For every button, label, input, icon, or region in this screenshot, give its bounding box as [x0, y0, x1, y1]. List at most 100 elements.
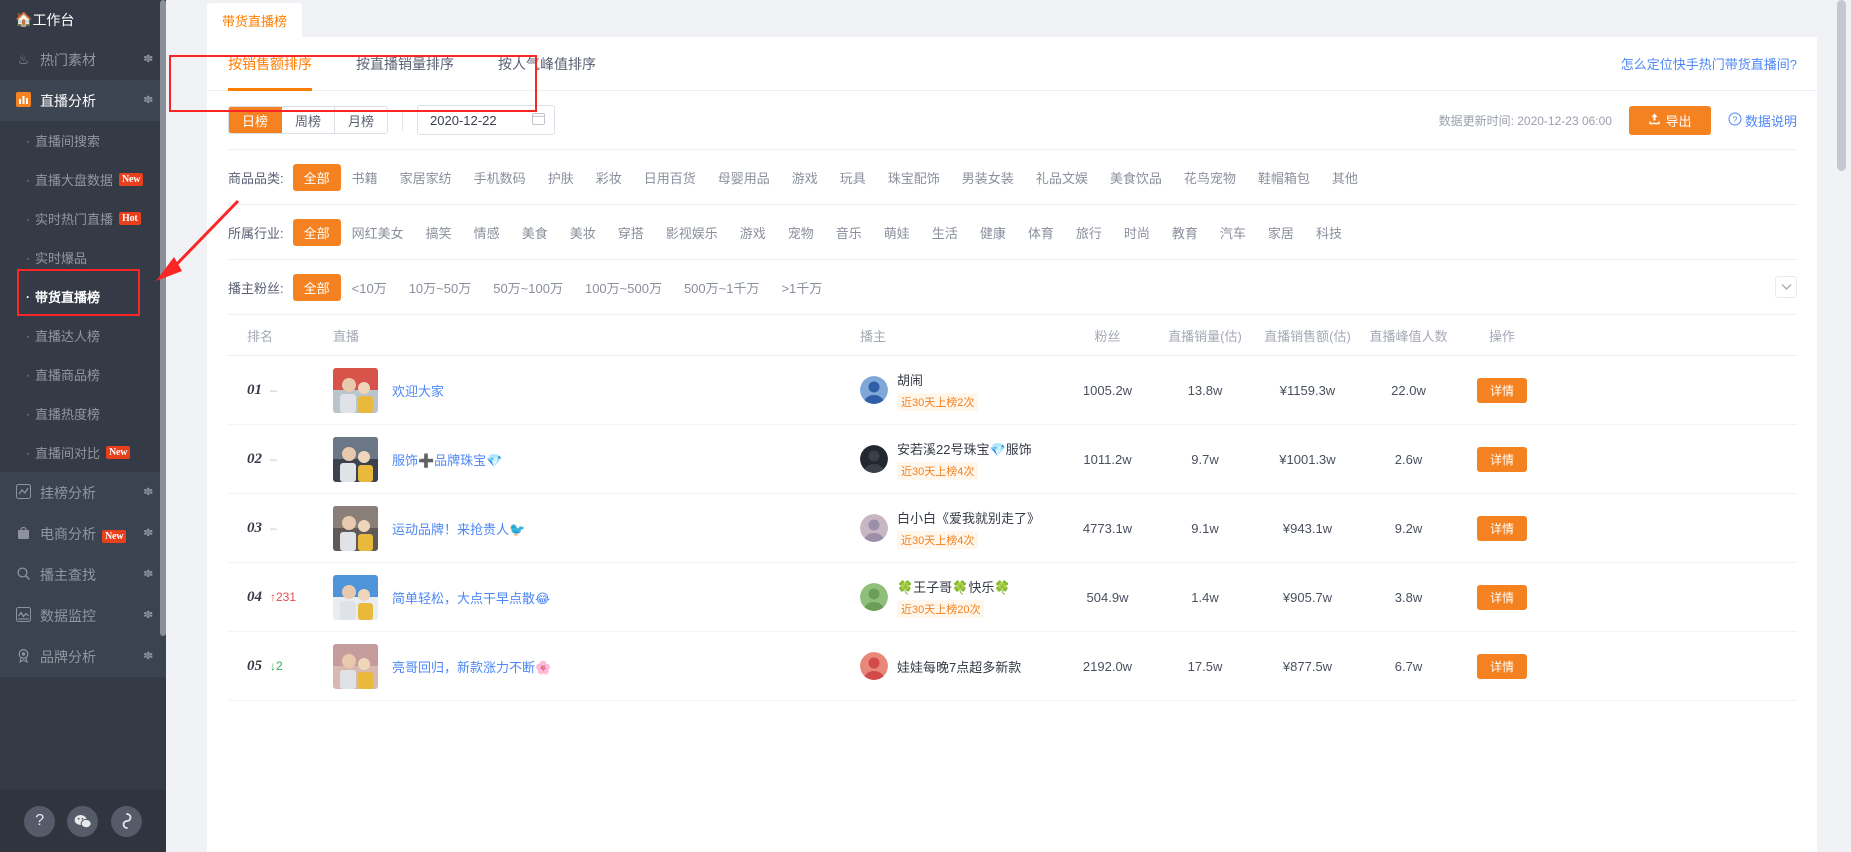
- filter-chip[interactable]: 男装女装: [951, 164, 1025, 191]
- avatar[interactable]: [860, 376, 888, 404]
- main-scrollbar[interactable]: [1837, 0, 1846, 171]
- host-name[interactable]: 娃娃每晚7点超多新款: [897, 657, 1021, 676]
- filter-chip[interactable]: 游戏: [729, 219, 777, 246]
- detail-button[interactable]: 详情: [1476, 515, 1527, 541]
- help-link[interactable]: 怎么定位快手热门带货直播间?: [1621, 54, 1797, 73]
- tab-sort-by-peak-popularity[interactable]: 按人气峰值排序: [498, 37, 596, 91]
- filter-chip[interactable]: 500万~1千万: [673, 274, 771, 301]
- live-thumbnail[interactable]: [333, 643, 378, 689]
- live-title[interactable]: 简单轻松，大点干早点散😂: [392, 588, 550, 607]
- sidebar-item-realtime-hot-product[interactable]: · 实时爆品: [0, 238, 166, 277]
- filter-chip[interactable]: 日用百货: [633, 164, 707, 191]
- filter-chip[interactable]: 家居: [1257, 219, 1305, 246]
- live-thumbnail[interactable]: [333, 436, 378, 482]
- table-row[interactable]: 05 ↓2 亮哥回归，新款涨力不断🌸 娃娃每晚7点超多新款 2192.0w 17.5w ¥8…: [228, 632, 1797, 701]
- detail-button[interactable]: 详情: [1476, 653, 1527, 679]
- filter-chip[interactable]: 鞋帽箱包: [1247, 164, 1321, 191]
- sidebar-item-live-talent-rank[interactable]: · 直播达人榜: [0, 316, 166, 355]
- filter-chip[interactable]: 花鸟宠物: [1173, 164, 1247, 191]
- filter-chip[interactable]: 100万~500万: [574, 274, 673, 301]
- filter-chip[interactable]: 游戏: [781, 164, 829, 191]
- filter-chip[interactable]: 网红美女: [341, 219, 415, 246]
- filter-chip[interactable]: 情感: [463, 219, 511, 246]
- filter-chip[interactable]: 护肤: [537, 164, 585, 191]
- table-row[interactable]: 02– 服饰➕品牌珠宝💎 安若溪22号珠宝💎服饰 近30天上榜4次 1011.2w 9.7…: [228, 425, 1797, 494]
- host-name[interactable]: 🍀王子哥🍀快乐🍀: [897, 577, 1011, 596]
- date-picker[interactable]: 2020-12-22: [417, 105, 556, 135]
- avatar[interactable]: [860, 445, 888, 473]
- sidebar-item-workbench[interactable]: 🏠 工作台: [0, 0, 166, 39]
- period-option-monthly[interactable]: 月榜: [335, 107, 388, 133]
- filter-chip[interactable]: 萌娃: [873, 219, 921, 246]
- avatar[interactable]: [860, 514, 888, 542]
- filter-chip[interactable]: <10万: [341, 274, 398, 301]
- filter-chip[interactable]: 时尚: [1113, 219, 1161, 246]
- sidebar-group-data-monitor[interactable]: 数据监控 ✽: [0, 595, 166, 636]
- detail-button[interactable]: 详情: [1476, 446, 1527, 472]
- filter-chip[interactable]: 手机数码: [463, 164, 537, 191]
- sidebar-group-ecommerce-analysis[interactable]: 电商分析 New ✽: [0, 513, 166, 554]
- host-name[interactable]: 白小白《爱我就别走了》: [897, 508, 1040, 527]
- live-thumbnail[interactable]: [333, 574, 378, 620]
- detail-button[interactable]: 详情: [1476, 584, 1527, 610]
- filter-chip[interactable]: 汽车: [1209, 219, 1257, 246]
- filter-chip[interactable]: 玩具: [829, 164, 877, 191]
- live-title[interactable]: 服饰➕品牌珠宝💎: [392, 450, 502, 469]
- tab-带货直播榜[interactable]: 带货直播榜: [207, 3, 303, 37]
- host-name[interactable]: 胡闹: [897, 370, 978, 389]
- sidebar-group-rank-analysis[interactable]: 挂榜分析 ✽: [0, 472, 166, 513]
- filter-chip[interactable]: 家居家纺: [389, 164, 463, 191]
- filter-chip[interactable]: 教育: [1161, 219, 1209, 246]
- host-name[interactable]: 安若溪22号珠宝💎服饰: [897, 439, 1032, 458]
- export-button[interactable]: 导出: [1628, 105, 1711, 135]
- filter-collapse-toggle[interactable]: [1775, 276, 1797, 298]
- filter-chip[interactable]: 搞笑: [415, 219, 463, 246]
- table-row[interactable]: 04 ↑231 简单轻松，大点干早点散😂 🍀王子哥🍀快乐🍀 近30天上榜20次 504.9…: [228, 563, 1797, 632]
- live-title[interactable]: 亮哥回归，新款涨力不断🌸: [392, 657, 551, 676]
- live-thumbnail[interactable]: [333, 505, 378, 551]
- filter-chip[interactable]: 书籍: [341, 164, 389, 191]
- tab-sort-by-sales-volume[interactable]: 按直播销量排序: [356, 37, 454, 91]
- filter-chip[interactable]: 科技: [1305, 219, 1353, 246]
- filter-chip[interactable]: 10万~50万: [398, 274, 483, 301]
- sidebar-item-live-heat-rank[interactable]: · 直播热度榜: [0, 394, 166, 433]
- filter-chip[interactable]: 旅行: [1065, 219, 1113, 246]
- link-icon[interactable]: [110, 805, 142, 837]
- live-title[interactable]: 欢迎大家: [392, 381, 444, 400]
- filter-chip[interactable]: 体育: [1017, 219, 1065, 246]
- data-description-link[interactable]: ? 数据说明: [1728, 111, 1797, 130]
- sidebar-item-带货直播榜[interactable]: · 带货直播榜: [0, 277, 166, 316]
- filter-chip[interactable]: 其他: [1321, 164, 1369, 191]
- sidebar-item-live-compare[interactable]: · 直播间对比 New: [0, 433, 166, 472]
- filter-chip[interactable]: 50万~100万: [482, 274, 574, 301]
- sidebar-group-hot-material[interactable]: ♨ 热门素材 ✽: [0, 39, 166, 80]
- filter-chip[interactable]: 健康: [969, 219, 1017, 246]
- sidebar-group-host-search[interactable]: 播主查找 ✽: [0, 554, 166, 595]
- period-option-daily[interactable]: 日榜: [229, 107, 283, 133]
- filter-chip[interactable]: 音乐: [825, 219, 873, 246]
- filter-chip[interactable]: 母婴用品: [707, 164, 781, 191]
- filter-chip[interactable]: 穿搭: [607, 219, 655, 246]
- filter-chip[interactable]: 全部: [292, 218, 341, 246]
- filter-chip[interactable]: 珠宝配饰: [877, 164, 951, 191]
- filter-chip[interactable]: 美食: [511, 219, 559, 246]
- sidebar-item-realtime-hot-live[interactable]: · 实时热门直播 Hot: [0, 199, 166, 238]
- sidebar-item-live-product-rank[interactable]: · 直播商品榜: [0, 355, 166, 394]
- avatar[interactable]: [860, 652, 888, 680]
- filter-chip[interactable]: 宠物: [777, 219, 825, 246]
- wechat-icon[interactable]: [67, 805, 99, 837]
- table-row[interactable]: 03– 运动品牌！来抢贵人🐦 白小白《爱我就别走了》 近30天上榜4次 4773.1w 9…: [228, 494, 1797, 563]
- live-title[interactable]: 运动品牌！来抢贵人🐦: [392, 519, 525, 538]
- sidebar-group-live-analysis[interactable]: 直播分析 ✽: [0, 80, 166, 121]
- filter-chip[interactable]: 美妆: [559, 219, 607, 246]
- filter-chip[interactable]: 全部: [292, 163, 341, 191]
- help-icon[interactable]: ?: [24, 805, 56, 837]
- sidebar-item-live-search[interactable]: · 直播间搜索: [0, 121, 166, 160]
- filter-chip[interactable]: 影视娱乐: [655, 219, 729, 246]
- table-row[interactable]: 01– 欢迎大家 胡闹 近30天上榜2次 1005.2w 13.8w ¥1159.3w 22.…: [228, 356, 1797, 425]
- filter-chip[interactable]: 礼品文娱: [1025, 164, 1099, 191]
- filter-chip[interactable]: 彩妆: [585, 164, 633, 191]
- live-thumbnail[interactable]: [333, 367, 378, 413]
- avatar[interactable]: [860, 583, 888, 611]
- sidebar-item-live-dashboard[interactable]: · 直播大盘数据 New: [0, 160, 166, 199]
